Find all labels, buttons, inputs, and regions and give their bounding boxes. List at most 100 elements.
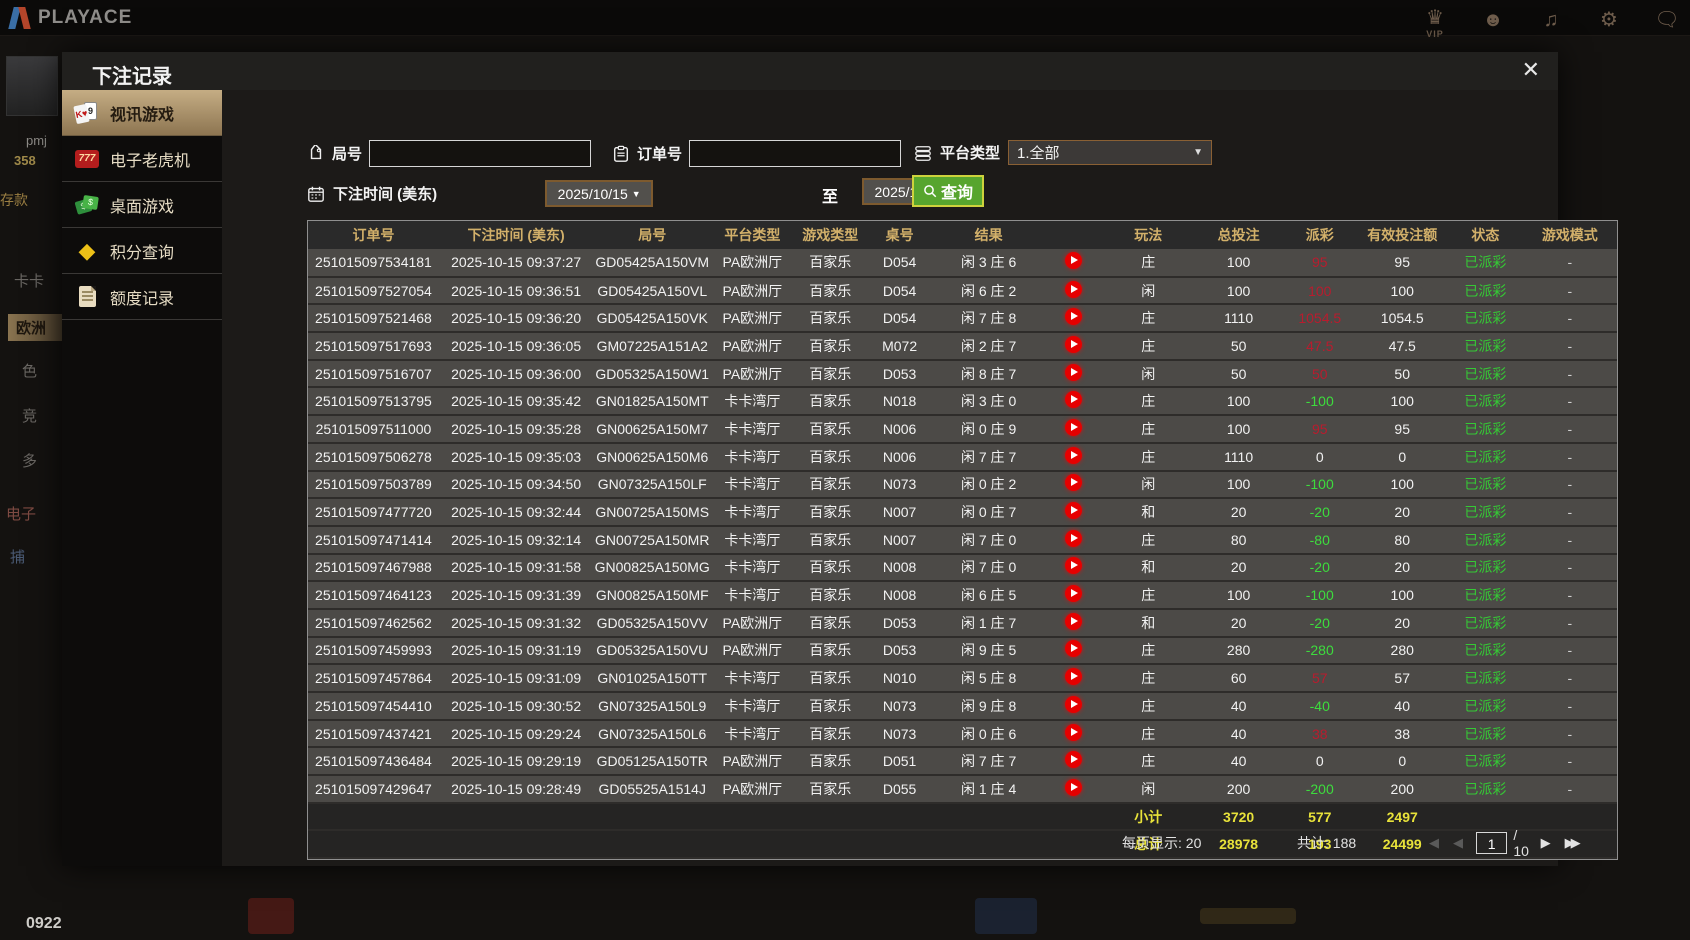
subtotal-row-empty-cell — [1044, 802, 1103, 832]
cell-game-mode: - — [1522, 304, 1617, 334]
play-video-icon[interactable] — [1065, 668, 1083, 686]
table-games-icon: $$ — [74, 192, 100, 218]
round-input[interactable] — [369, 140, 592, 167]
cell-video — [1044, 470, 1103, 500]
calendar-icon — [308, 186, 324, 202]
cell-game-type: 百家乐 — [793, 442, 867, 472]
cell-round-id: GN00825A150MG — [593, 553, 712, 583]
play-video-icon[interactable] — [1065, 335, 1083, 353]
cell-order-id: 251015097462562 — [308, 608, 439, 638]
cell-play-type: 庄 — [1102, 692, 1195, 721]
play-video-icon[interactable] — [1065, 751, 1083, 769]
first-page-icon[interactable]: ◀ — [1429, 835, 1439, 851]
sidebar-item-quota-records[interactable]: 额度记录 — [62, 274, 222, 320]
settings-gear-icon[interactable]: ⚙ — [1594, 6, 1624, 34]
cell-bet-time: 2025-10-15 09:36:51 — [438, 276, 594, 306]
table-row: 251015097429647 2025-10-15 09:28:49 GD0552… — [308, 775, 1617, 804]
sidebar-item-points-query[interactable]: ◆ 积分查询 — [62, 228, 222, 274]
play-video-icon[interactable] — [1065, 280, 1083, 298]
table-row: 251015097506278 2025-10-15 09:35:03 GN0062… — [308, 442, 1617, 472]
col-header-game-type: 游戏类型 — [793, 221, 867, 249]
chevron-down-icon: ▼ — [631, 188, 641, 199]
play-video-icon[interactable] — [1065, 391, 1083, 409]
date-from-picker[interactable]: 2025/10/15 ▼ — [545, 180, 654, 207]
customer-service-icon[interactable]: ☻ — [1478, 6, 1508, 34]
cell-game-type: 百家乐 — [793, 332, 867, 361]
bg-nav-item: 色 — [22, 363, 38, 380]
cell-play-type: 庄 — [1102, 664, 1195, 693]
cell-valid-bet: 80 — [1356, 525, 1449, 555]
playace-logo[interactable]: PLAYACE — [8, 5, 132, 31]
sidebar-item-live-games[interactable]: 9 K♥ 视讯游戏 — [62, 90, 234, 136]
play-video-icon[interactable] — [1065, 502, 1083, 520]
play-video-icon[interactable] — [1065, 695, 1083, 713]
prev-page-icon[interactable]: ◀ — [1453, 835, 1463, 851]
cell-bet-time: 2025-10-15 09:32:44 — [438, 498, 594, 527]
platform-filter-group: 平台类型 1.全部 ▼ — [914, 140, 1213, 165]
vip-icon[interactable]: ♛ VIP — [1420, 4, 1450, 39]
play-video-icon[interactable] — [1065, 529, 1083, 547]
cell-valid-bet: 100 — [1356, 470, 1449, 500]
cell-bet-time: 2025-10-15 09:32:14 — [438, 525, 594, 555]
cell-payout: 38 — [1283, 719, 1357, 749]
cell-order-id: 251015097527054 — [308, 276, 439, 306]
cell-game-type: 百家乐 — [793, 747, 867, 777]
cell-platform: 卡卡湾厅 — [711, 664, 794, 693]
cell-video — [1044, 359, 1103, 389]
cell-platform: PA欧洲厅 — [711, 249, 794, 278]
cell-valid-bet: 50 — [1356, 359, 1449, 389]
play-video-icon[interactable] — [1065, 252, 1083, 270]
player-name-fragment: pmj — [26, 133, 47, 148]
bg-nav-item: 竞 — [22, 408, 38, 425]
cell-game-type: 百家乐 — [793, 470, 867, 500]
cell-status: 已派彩 — [1448, 332, 1523, 361]
col-header-status: 状态 — [1448, 221, 1523, 249]
order-input[interactable] — [689, 140, 902, 167]
platform-selected-value: 1.全部 — [1017, 145, 1060, 162]
sidebar-item-table-games[interactable]: $$ 桌面游戏 — [62, 182, 222, 228]
bet-time-filter-group: 下注时间 (美东) 2025/10/15 ▼ — [307, 180, 654, 207]
cell-total-bet: 40 — [1194, 692, 1284, 721]
cell-platform: 卡卡湾厅 — [711, 470, 794, 500]
col-header-valid-bet: 有效投注额 — [1356, 221, 1449, 249]
chevron-down-icon: ▼ — [1193, 147, 1204, 158]
last-page-icon[interactable]: ▶▶ — [1565, 835, 1581, 851]
cell-game-type: 百家乐 — [793, 304, 867, 334]
sidebar-item-slots[interactable]: 777 电子老虎机 — [62, 136, 222, 182]
cell-video — [1044, 249, 1103, 278]
table-row: 251015097471414 2025-10-15 09:32:14 GN0072… — [308, 525, 1617, 555]
cell-round-id: GN01825A150MT — [593, 387, 712, 417]
cell-payout: -100 — [1283, 387, 1357, 417]
play-video-icon[interactable] — [1065, 446, 1083, 464]
music-icon[interactable]: ♫ — [1536, 6, 1566, 34]
play-video-icon[interactable] — [1065, 778, 1083, 796]
cell-result: 闲 7 庄 0 — [932, 553, 1045, 583]
cell-play-type: 闲 — [1102, 359, 1195, 389]
play-video-icon[interactable] — [1065, 474, 1083, 492]
bet-time-label: 下注时间 (美东) — [333, 186, 438, 203]
search-button[interactable]: 查询 — [912, 175, 984, 207]
close-icon[interactable]: ✕ — [1522, 58, 1540, 82]
cell-valid-bet: 20 — [1356, 498, 1449, 527]
cell-status: 已派彩 — [1448, 304, 1523, 334]
cell-total-bet: 1110 — [1194, 442, 1284, 472]
cell-game-type: 百家乐 — [793, 775, 867, 804]
play-video-icon[interactable] — [1065, 418, 1083, 436]
play-video-icon[interactable] — [1065, 640, 1083, 658]
cell-round-id: GD05325A150VU — [593, 636, 712, 666]
play-video-icon[interactable] — [1065, 308, 1083, 326]
page-number-input[interactable]: 1 — [1476, 832, 1508, 854]
play-video-icon[interactable] — [1065, 363, 1083, 381]
play-video-icon[interactable] — [1065, 557, 1083, 575]
play-video-icon[interactable] — [1065, 585, 1083, 603]
play-video-icon[interactable] — [1065, 723, 1083, 741]
col-header-round-id: 局号 — [593, 221, 712, 249]
play-video-icon[interactable] — [1065, 612, 1083, 630]
chat-icon[interactable]: 🗨 — [1652, 6, 1682, 34]
cell-order-id: 251015097517693 — [308, 332, 439, 361]
next-page-icon[interactable]: ▶ — [1541, 835, 1551, 851]
cell-game-type: 百家乐 — [793, 415, 867, 444]
cell-payout: 0 — [1283, 442, 1357, 472]
bg-fragment-block — [975, 898, 1037, 934]
platform-select[interactable]: 1.全部 ▼ — [1008, 140, 1213, 165]
